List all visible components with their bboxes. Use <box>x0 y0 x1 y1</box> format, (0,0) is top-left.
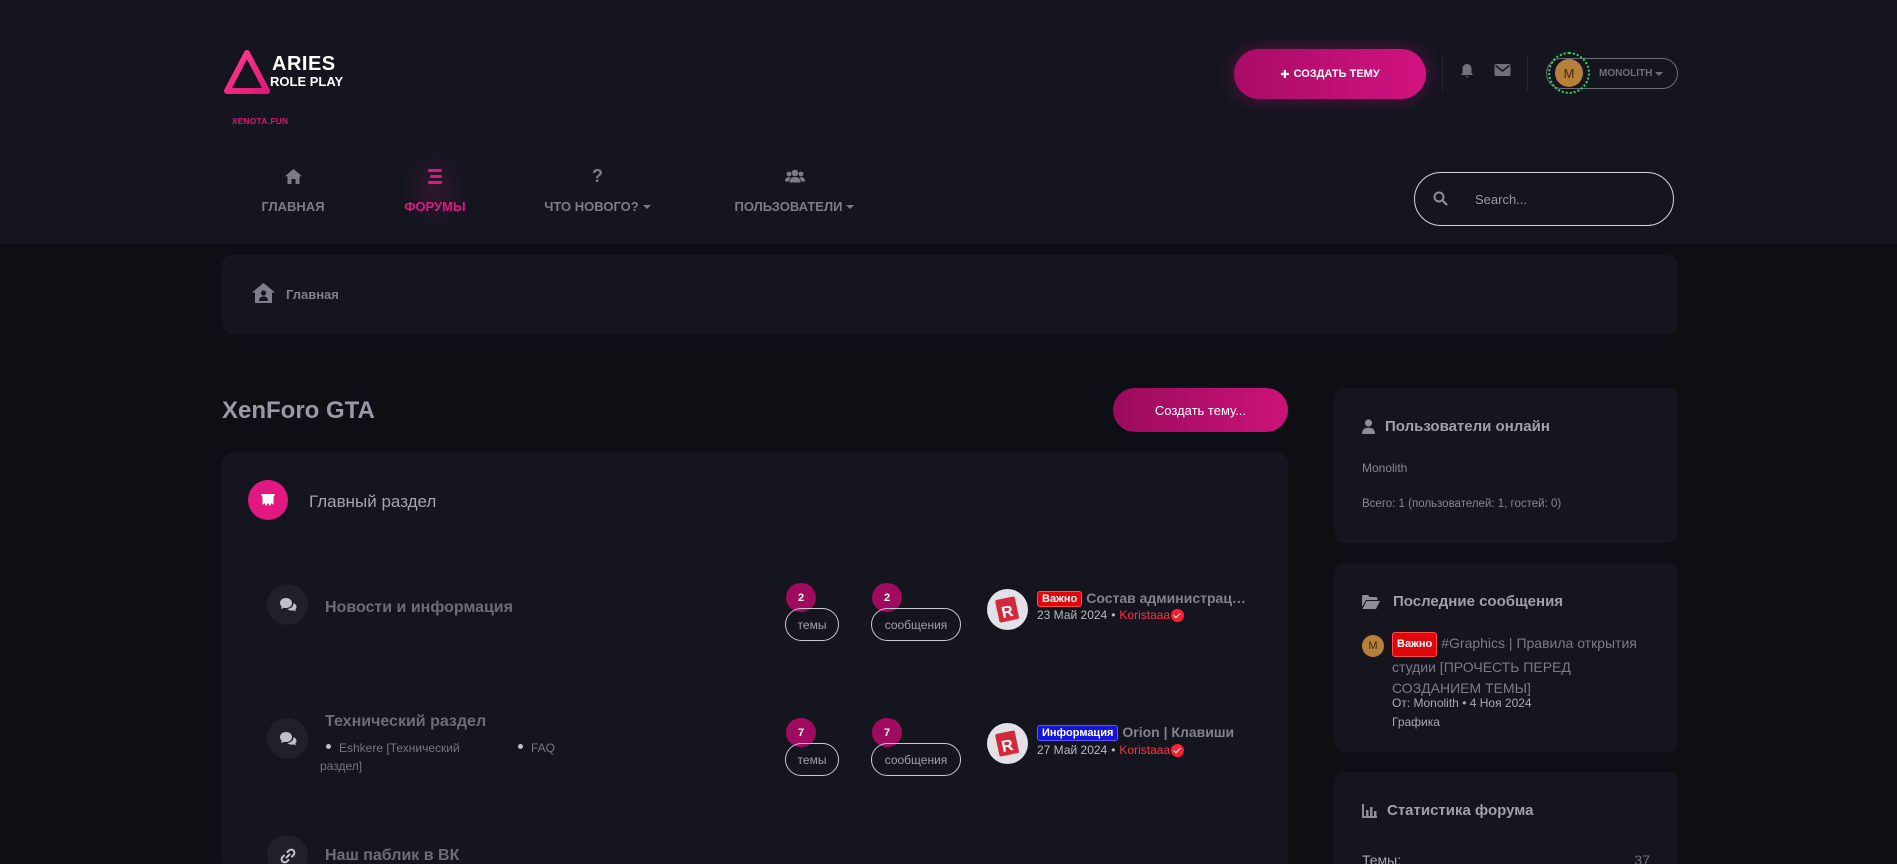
create-topic-label: СОЗДАТЬ ТЕМУ <box>1293 68 1380 80</box>
online-user-link[interactable]: Monolith <box>1362 461 1407 475</box>
home-icon <box>262 164 324 188</box>
important-tag: Важно <box>1392 632 1438 657</box>
avatar[interactable]: M <box>1555 59 1583 87</box>
threads-label: темы <box>785 608 839 641</box>
forum-stats-block: Статистика форума Темы: 37 <box>1334 772 1678 864</box>
username-label: MONOLITH <box>1599 68 1653 79</box>
comments-icon <box>267 584 308 625</box>
avatar[interactable]: R <box>987 723 1028 764</box>
bar-chart-icon <box>1362 803 1377 818</box>
triangle-logo-icon <box>224 50 270 94</box>
stat-label: Темы: <box>1362 852 1402 864</box>
meta-separator: • <box>1111 743 1116 757</box>
user-icon <box>1362 419 1375 434</box>
threads-label: темы <box>785 743 839 776</box>
logo-subtitle: ROLE PLAY <box>270 74 344 89</box>
bell-icon[interactable] <box>1459 63 1477 81</box>
last-post-date: 27 Май 2024 <box>1037 743 1108 757</box>
nav-whats-new[interactable]: ? ЧТО НОВОГО? <box>544 164 651 214</box>
verified-badge-icon <box>1171 743 1185 757</box>
subforum-link[interactable]: Eshkere [Технический раздел] <box>320 739 480 775</box>
latest-post-forum-link[interactable]: Графика <box>1392 715 1440 729</box>
search-icon[interactable] <box>1433 191 1448 211</box>
forum-category-card: Главный раздел Новости и информация 2 те… <box>222 453 1288 864</box>
nav-members[interactable]: ПОЛЬЗОВАТЕЛИ <box>732 164 857 214</box>
latest-post-title[interactable]: Важно #Graphics | Правила открытия студии… <box>1392 632 1642 699</box>
stat-value: 37 <box>1634 852 1650 864</box>
create-topic-button[interactable]: ✚ СОЗДАТЬ ТЕМУ <box>1234 49 1426 99</box>
node-title[interactable]: Технический раздел <box>325 713 486 731</box>
breadcrumb-home-link[interactable]: Главная <box>286 287 339 302</box>
nav-label: ФОРУМЫ <box>404 199 466 214</box>
latest-posts-block: Последние сообщения M Важно #Graphics | П… <box>1334 563 1678 752</box>
meta-separator: • <box>1111 608 1116 622</box>
online-summary: Всего: 1 (пользователей: 1, гостей: 0) <box>1362 498 1562 510</box>
nav-home[interactable]: ГЛАВНАЯ <box>261 164 325 214</box>
verified-badge-icon <box>1171 608 1185 622</box>
latest-post-meta: От: Monolith • 4 Ноя 2024 <box>1392 696 1532 710</box>
breadcrumb: Главная <box>222 255 1678 334</box>
category-title[interactable]: Главный раздел <box>309 492 436 512</box>
plus-icon: ✚ <box>1280 68 1290 81</box>
important-tag: Важно <box>1037 591 1083 607</box>
node-title[interactable]: Наш паблик в ВК <box>325 847 459 864</box>
last-post-title-text: Orion | Клавиши <box>1122 724 1235 740</box>
divider <box>1442 56 1443 92</box>
subforum-link[interactable]: FAQ <box>518 739 555 757</box>
nav-forums[interactable]: ФОРУМЫ <box>400 164 470 214</box>
folder-open-icon <box>1362 594 1380 609</box>
online-users-block: Пользователи онлайн Monolith Всего: 1 (п… <box>1334 388 1678 543</box>
messages-label: сообщения <box>871 743 961 776</box>
block-title: Статистика форума <box>1387 802 1534 819</box>
logo-domain: XENOTA.FUN <box>232 117 289 126</box>
divider <box>1527 56 1528 92</box>
messages-label: сообщения <box>871 608 961 641</box>
nav-label: ЧТО НОВОГО? <box>544 199 639 214</box>
last-post-title-text: Состав администрации <box>1086 590 1249 606</box>
last-post-meta: 27 Май 2024 • Koristaaa <box>1037 743 1185 757</box>
users-icon <box>732 164 857 188</box>
search-box <box>1414 172 1674 226</box>
comments-icon <box>267 718 308 759</box>
last-post-title[interactable]: Важно Состав администрации <box>1037 590 1249 607</box>
chevron-down-icon <box>846 204 855 209</box>
question-icon: ? <box>592 165 603 186</box>
info-tag: Информация <box>1037 725 1119 741</box>
page-title: XenForo GTA <box>222 397 375 424</box>
avatar[interactable]: R <box>987 589 1028 630</box>
bullet-icon <box>518 744 523 750</box>
nav-label: ГЛАВНАЯ <box>261 199 325 214</box>
site-logo[interactable]: ARIES ROLE PLAY <box>224 50 343 94</box>
last-post-author[interactable]: Koristaaa <box>1119 743 1170 757</box>
last-post-meta: 23 Май 2024 • Koristaaa <box>1037 608 1185 622</box>
new-thread-button[interactable]: Создать тему... <box>1113 388 1288 432</box>
category-icon <box>248 480 288 520</box>
nav-label: ПОЛЬЗОВАТЕЛИ <box>734 199 843 214</box>
bars-icon <box>400 164 470 188</box>
link-icon <box>267 835 308 864</box>
logo-title: ARIES <box>272 53 336 75</box>
search-input[interactable] <box>1475 189 1655 209</box>
avatar[interactable]: M <box>1362 635 1384 657</box>
block-title: Пользователи онлайн <box>1385 418 1550 435</box>
chevron-down-icon <box>642 204 651 209</box>
node-title[interactable]: Новости и информация <box>325 599 513 617</box>
stats-row: Темы: 37 <box>1362 852 1650 864</box>
chevron-down-icon <box>1655 71 1664 76</box>
bullet-icon <box>326 744 331 750</box>
last-post-date: 23 Май 2024 <box>1037 608 1108 622</box>
envelope-icon[interactable] <box>1494 63 1512 81</box>
last-post-author[interactable]: Koristaaa <box>1119 608 1170 622</box>
home-user-icon <box>252 283 275 308</box>
block-title: Последние сообщения <box>1393 593 1564 610</box>
last-post-title[interactable]: Информация Orion | Клавиши <box>1037 724 1234 741</box>
